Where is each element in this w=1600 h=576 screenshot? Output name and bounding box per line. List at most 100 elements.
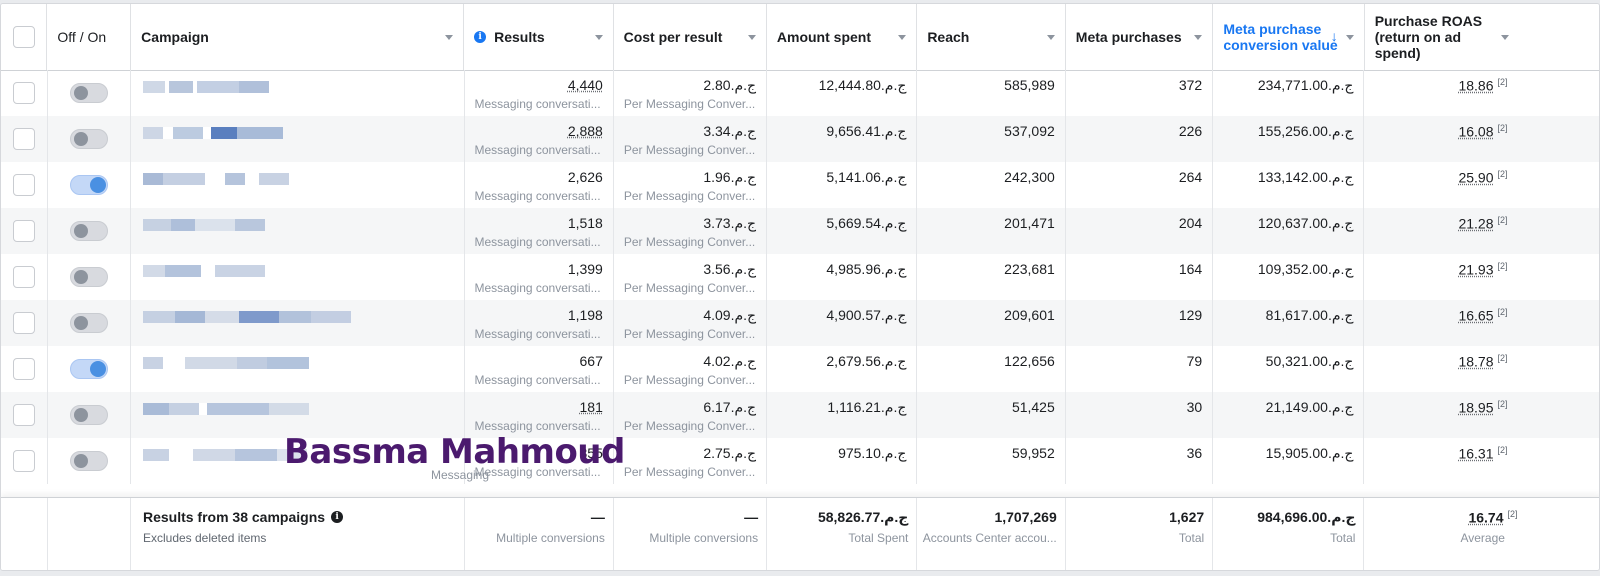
- table-row[interactable]: 1,198 Messaging conversati... 4.09.ج.م Per …: [1, 300, 1599, 346]
- purchase-value-value: 109,352.00.ج.م: [1257, 261, 1354, 277]
- header-campaign[interactable]: Campaign: [131, 4, 465, 70]
- row-campaign-cell[interactable]: [131, 346, 465, 392]
- roas-note: [2]: [1497, 445, 1508, 455]
- row-campaign-cell[interactable]: [131, 300, 465, 346]
- table-row[interactable]: 355 Messaging conversati... 2.75.ج.م Per Me…: [1, 438, 1599, 484]
- blurred-text: [168, 81, 193, 93]
- table-row[interactable]: 181 Messaging conversati... 6.17.ج.م Per Me…: [1, 392, 1599, 438]
- row-checkbox[interactable]: [12, 82, 35, 104]
- table-row[interactable]: 1,399 Messaging conversati... 3.56.ج.م Per …: [1, 254, 1599, 300]
- row-checkbox[interactable]: [12, 220, 35, 242]
- campaign-name-redacted[interactable]: [142, 402, 309, 416]
- header-meta-purchase-value[interactable]: Meta purchase conversion value ↓: [1213, 4, 1365, 70]
- campaign-toggle[interactable]: [69, 359, 108, 379]
- row-toggle-cell: [48, 70, 131, 116]
- campaign-name-redacted[interactable]: [142, 264, 265, 278]
- footer-value-sub: Total: [1330, 531, 1356, 545]
- row-purchases-cell: 372: [1066, 70, 1214, 116]
- table-row[interactable]: 2,888 Messaging conversati... 3.34.ج.م Per …: [1, 116, 1599, 162]
- row-reach-cell: 537,092: [917, 116, 1066, 162]
- row-spent-cell: 12,444.80.ج.م: [767, 70, 918, 116]
- table-row[interactable]: 4,440 Messaging conversati... 2.80.ج.م Per …: [1, 70, 1599, 116]
- roas-note: [2]: [1497, 77, 1508, 87]
- amount-spent-value: 5,141.06.ج.م: [826, 169, 907, 185]
- row-campaign-cell[interactable]: [131, 70, 465, 116]
- roas-value: 16.31 [2]: [1458, 445, 1507, 462]
- chevron-down-icon[interactable]: [445, 35, 454, 40]
- table-row[interactable]: 667 Messaging conversati... 4.02.ج.م Per Me…: [1, 346, 1599, 392]
- campaign-name-redacted[interactable]: [142, 310, 351, 324]
- roas-value: 18.86 [2]: [1458, 77, 1507, 94]
- footer-results-value: —: [590, 509, 605, 525]
- row-checkbox[interactable]: [12, 450, 35, 472]
- footer-purchases-value: 1,627: [1169, 509, 1205, 525]
- row-checkbox[interactable]: [12, 266, 35, 288]
- watermark-text: Bassma Mahmoud: [284, 432, 625, 472]
- chevron-down-icon[interactable]: [1500, 35, 1509, 40]
- row-checkbox[interactable]: [12, 404, 35, 426]
- row-cpr-cell: 1.96.ج.م Per Messaging Conver...: [614, 162, 768, 208]
- table-row[interactable]: 1,518 Messaging conversati... 3.73.ج.م Per …: [1, 208, 1599, 254]
- campaign-toggle[interactable]: [69, 313, 108, 333]
- row-select-cell: [1, 392, 48, 438]
- header-amount-spent[interactable]: Amount spent: [767, 4, 918, 70]
- row-select-cell: [1, 346, 48, 392]
- roas-value: 21.93 [2]: [1458, 261, 1507, 278]
- row-spent-cell: 1,116.21.ج.م: [767, 392, 918, 438]
- row-checkbox[interactable]: [12, 358, 35, 380]
- header-off-on[interactable]: Off / On: [47, 4, 132, 70]
- blurred-text: [142, 81, 165, 93]
- chevron-down-icon[interactable]: [1345, 35, 1354, 40]
- results-sub: Messaging conversati...: [474, 281, 601, 295]
- campaign-name-redacted[interactable]: [142, 80, 269, 94]
- table-row[interactable]: 2,626 Messaging conversati... 1.96.ج.م Per …: [1, 162, 1599, 208]
- blurred-text: [168, 449, 193, 461]
- blurred-text: [204, 173, 225, 185]
- campaign-toggle[interactable]: [69, 405, 108, 425]
- select-all-checkbox[interactable]: [12, 26, 35, 48]
- campaign-name-redacted[interactable]: [142, 448, 307, 462]
- results-value: 181: [579, 399, 603, 415]
- campaign-name-redacted[interactable]: [142, 126, 283, 140]
- header-reach[interactable]: Reach: [917, 4, 1066, 70]
- campaign-name-redacted[interactable]: [142, 218, 265, 232]
- row-checkbox[interactable]: [12, 174, 35, 196]
- campaign-name-redacted[interactable]: [142, 356, 309, 370]
- header-results[interactable]: i Results: [464, 4, 614, 70]
- header-results-label: Results: [494, 29, 545, 45]
- blurred-text: [266, 357, 309, 369]
- row-campaign-cell[interactable]: [131, 162, 465, 208]
- row-purchases-cell: 204: [1066, 208, 1214, 254]
- toggle-knob: [73, 454, 88, 468]
- chevron-down-icon[interactable]: [594, 35, 603, 40]
- row-campaign-cell[interactable]: [131, 254, 465, 300]
- row-campaign-cell[interactable]: [131, 116, 465, 162]
- row-campaign-cell[interactable]: [131, 208, 465, 254]
- footer-roas-note: [2]: [1507, 509, 1518, 519]
- chevron-down-icon[interactable]: [898, 35, 907, 40]
- campaign-toggle[interactable]: [69, 267, 108, 287]
- header-meta-purchases[interactable]: Meta purchases: [1066, 4, 1214, 70]
- chevron-down-icon[interactable]: [1046, 35, 1055, 40]
- reach-value: 209,601: [1004, 307, 1055, 323]
- campaign-toggle[interactable]: [69, 175, 108, 195]
- footer-results-sub: Multiple conversions: [496, 531, 605, 545]
- chevron-down-icon[interactable]: [1194, 35, 1203, 40]
- header-cost-per-result[interactable]: Cost per result: [614, 4, 767, 70]
- campaign-toggle[interactable]: [69, 221, 108, 241]
- campaign-toggle[interactable]: [69, 451, 108, 471]
- sort-descending-icon[interactable]: ↓: [1331, 28, 1338, 44]
- campaign-name-redacted[interactable]: [142, 172, 289, 186]
- row-checkbox[interactable]: [12, 128, 35, 150]
- row-checkbox[interactable]: [12, 312, 35, 334]
- chevron-down-icon[interactable]: [747, 35, 756, 40]
- results-sub: Messaging conversati...: [474, 97, 601, 111]
- header-purchase-roas[interactable]: Purchase ROAS (return on ad spend): [1365, 4, 1599, 70]
- info-icon[interactable]: i: [331, 511, 344, 523]
- row-purchases-cell: 30: [1066, 392, 1214, 438]
- campaign-toggle[interactable]: [69, 83, 108, 103]
- campaign-toggle[interactable]: [69, 129, 108, 149]
- amount-spent-value: 975.10.ج.م: [838, 445, 907, 461]
- cost-per-result-value: 3.73.ج.م: [703, 215, 757, 231]
- info-icon[interactable]: i: [474, 31, 487, 43]
